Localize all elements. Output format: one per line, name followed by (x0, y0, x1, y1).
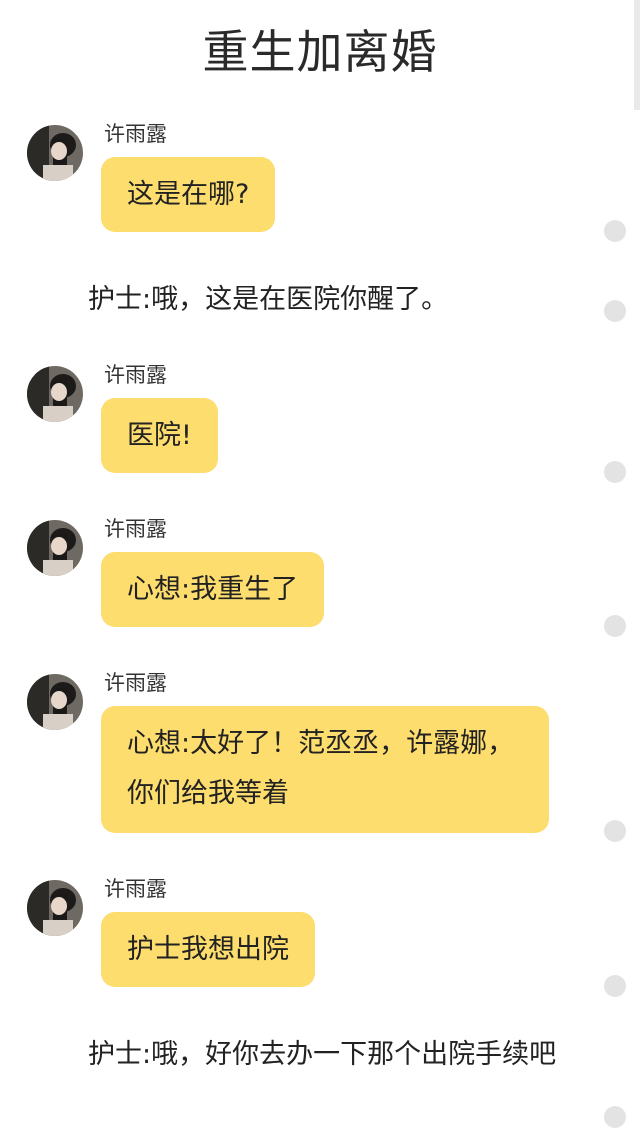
message-bubble[interactable]: 心想:太好了！范丞丞，许露娜，你们给我等着 (101, 706, 549, 833)
scrollbar[interactable] (634, 0, 640, 110)
narration-text: 护士:哦，这是在医院你醒了。 (88, 284, 449, 315)
dot-icon (604, 461, 626, 483)
dot-icon (604, 820, 626, 842)
sender-name: 许雨露 (104, 363, 167, 387)
avatar-photo-icon (27, 880, 83, 936)
page-title: 重生加离婚 (202, 25, 438, 79)
message-bubble[interactable]: 护士我想出院 (101, 912, 315, 987)
avatar-photo-icon (27, 125, 83, 181)
message-bubble[interactable]: 这是在哪? (101, 157, 276, 232)
dot-icon (604, 1106, 626, 1128)
message-bubble[interactable]: 医院! (101, 398, 218, 473)
narration-text: 护士:哦，好你去办一下那个出院手续吧 (88, 1039, 557, 1070)
sender-name: 许雨露 (104, 671, 167, 695)
avatar[interactable] (27, 880, 83, 936)
avatar[interactable] (27, 366, 83, 422)
sender-name: 许雨露 (104, 877, 167, 901)
dot-icon (604, 300, 626, 322)
message-bubble[interactable]: 心想:我重生了 (101, 552, 325, 627)
avatar-photo-icon (27, 520, 83, 576)
dot-icon (604, 615, 626, 637)
avatar[interactable] (27, 125, 83, 181)
avatar[interactable] (27, 674, 83, 730)
sender-name: 许雨露 (104, 122, 167, 146)
sender-name: 许雨露 (104, 517, 167, 541)
avatar-photo-icon (27, 674, 83, 730)
avatar[interactable] (27, 520, 83, 576)
dot-icon (604, 975, 626, 997)
dot-icon (604, 220, 626, 242)
avatar-photo-icon (27, 366, 83, 422)
